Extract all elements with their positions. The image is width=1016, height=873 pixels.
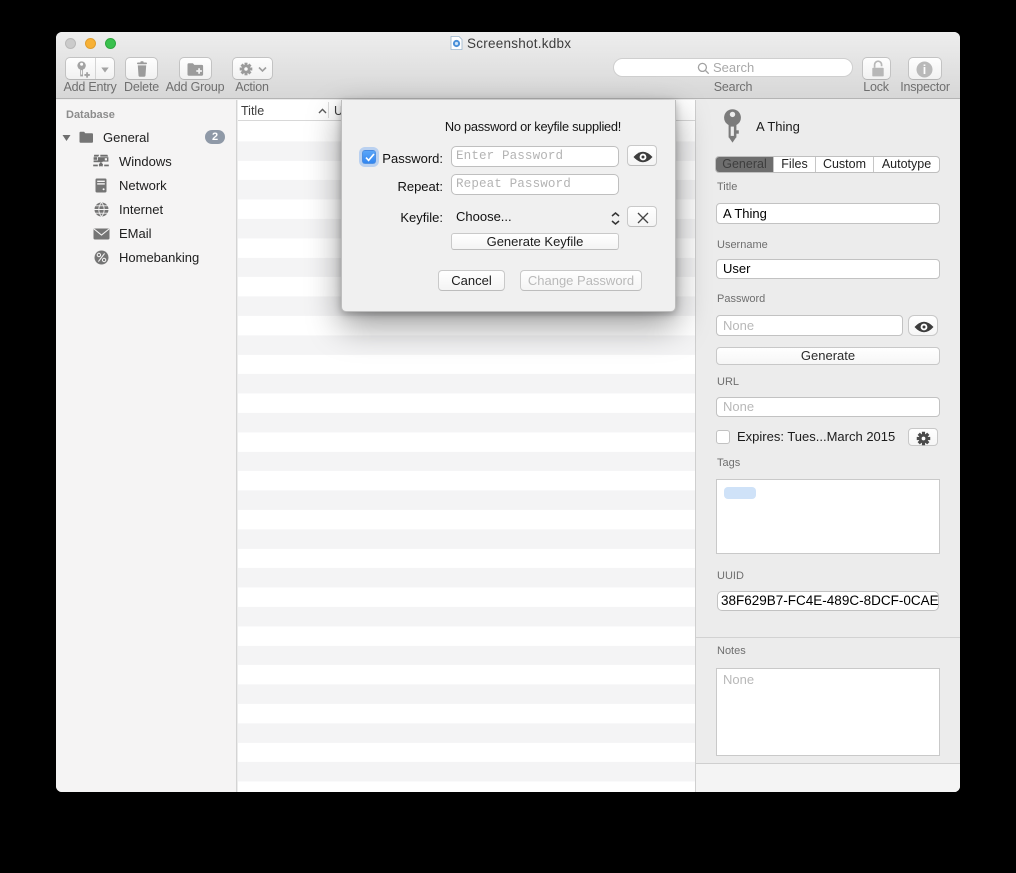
svg-text:i: i [923, 63, 926, 77]
